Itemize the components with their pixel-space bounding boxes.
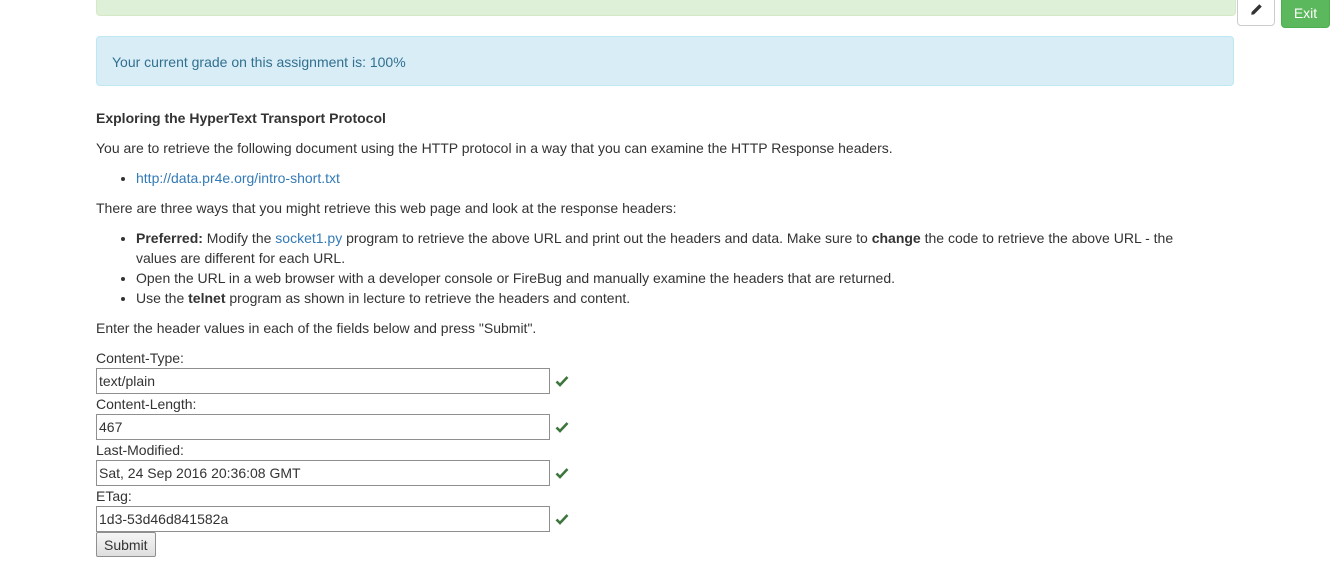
way-text: Open the URL in a web browser with a dev… xyxy=(136,270,896,286)
etag-row xyxy=(96,506,1236,532)
list-item-browser: Open the URL in a web browser with a dev… xyxy=(136,268,1236,288)
ways-list: Preferred: Modify the socket1.py program… xyxy=(96,228,1236,308)
last-modified-label: Last-Modified: xyxy=(96,442,184,458)
content-type-label: Content-Type: xyxy=(96,350,184,366)
document-url-link[interactable]: http://data.pr4e.org/intro-short.txt xyxy=(136,170,340,186)
content-length-input[interactable] xyxy=(96,414,550,440)
edit-button[interactable] xyxy=(1237,0,1275,26)
content-type-input[interactable] xyxy=(96,368,550,394)
list-item-telnet: Use the telnet program as shown in lectu… xyxy=(136,288,1236,308)
list-item-preferred: Preferred: Modify the socket1.py program… xyxy=(136,228,1236,268)
checkmark-icon xyxy=(555,514,569,525)
list-item: http://data.pr4e.org/intro-short.txt xyxy=(136,168,1236,188)
header-values-form: Content-Type: Content-Length: Last-Modif… xyxy=(96,348,1236,557)
etag-input[interactable] xyxy=(96,506,550,532)
assignment-content: Exploring the HyperText Transport Protoc… xyxy=(96,108,1236,557)
content-length-label: Content-Length: xyxy=(96,396,197,412)
checkmark-icon xyxy=(555,422,569,433)
content-length-row xyxy=(96,414,1236,440)
telnet-emphasis: telnet xyxy=(188,290,226,306)
url-list: http://data.pr4e.org/intro-short.txt xyxy=(96,168,1236,188)
etag-label: ETag: xyxy=(96,488,132,504)
assignment-title: Exploring the HyperText Transport Protoc… xyxy=(96,110,386,126)
content-type-row xyxy=(96,368,1236,394)
change-emphasis: change xyxy=(871,230,921,246)
way-text: Modify the xyxy=(202,230,276,246)
way-text: program to retrieve the above URL and pr… xyxy=(342,230,872,246)
three-ways-text: There are three ways that you might retr… xyxy=(96,200,677,216)
success-banner xyxy=(96,0,1236,16)
instructions-text: Enter the header values in each of the f… xyxy=(96,320,537,336)
preferred-label: Preferred: xyxy=(136,230,203,246)
submit-button[interactable]: Submit xyxy=(96,532,156,557)
checkmark-icon xyxy=(555,376,569,387)
pencil-icon xyxy=(1250,3,1262,15)
socket1-link[interactable]: socket1.py xyxy=(275,230,342,246)
intro-text: You are to retrieve the following docume… xyxy=(96,140,893,156)
exit-button[interactable]: Exit xyxy=(1281,0,1330,28)
way-text: program as shown in lecture to retrieve … xyxy=(225,290,631,306)
grade-alert: Your current grade on this assignment is… xyxy=(96,36,1234,86)
last-modified-row xyxy=(96,460,1236,486)
way-text: Use the xyxy=(136,290,189,306)
checkmark-icon xyxy=(555,468,569,479)
last-modified-input[interactable] xyxy=(96,460,550,486)
